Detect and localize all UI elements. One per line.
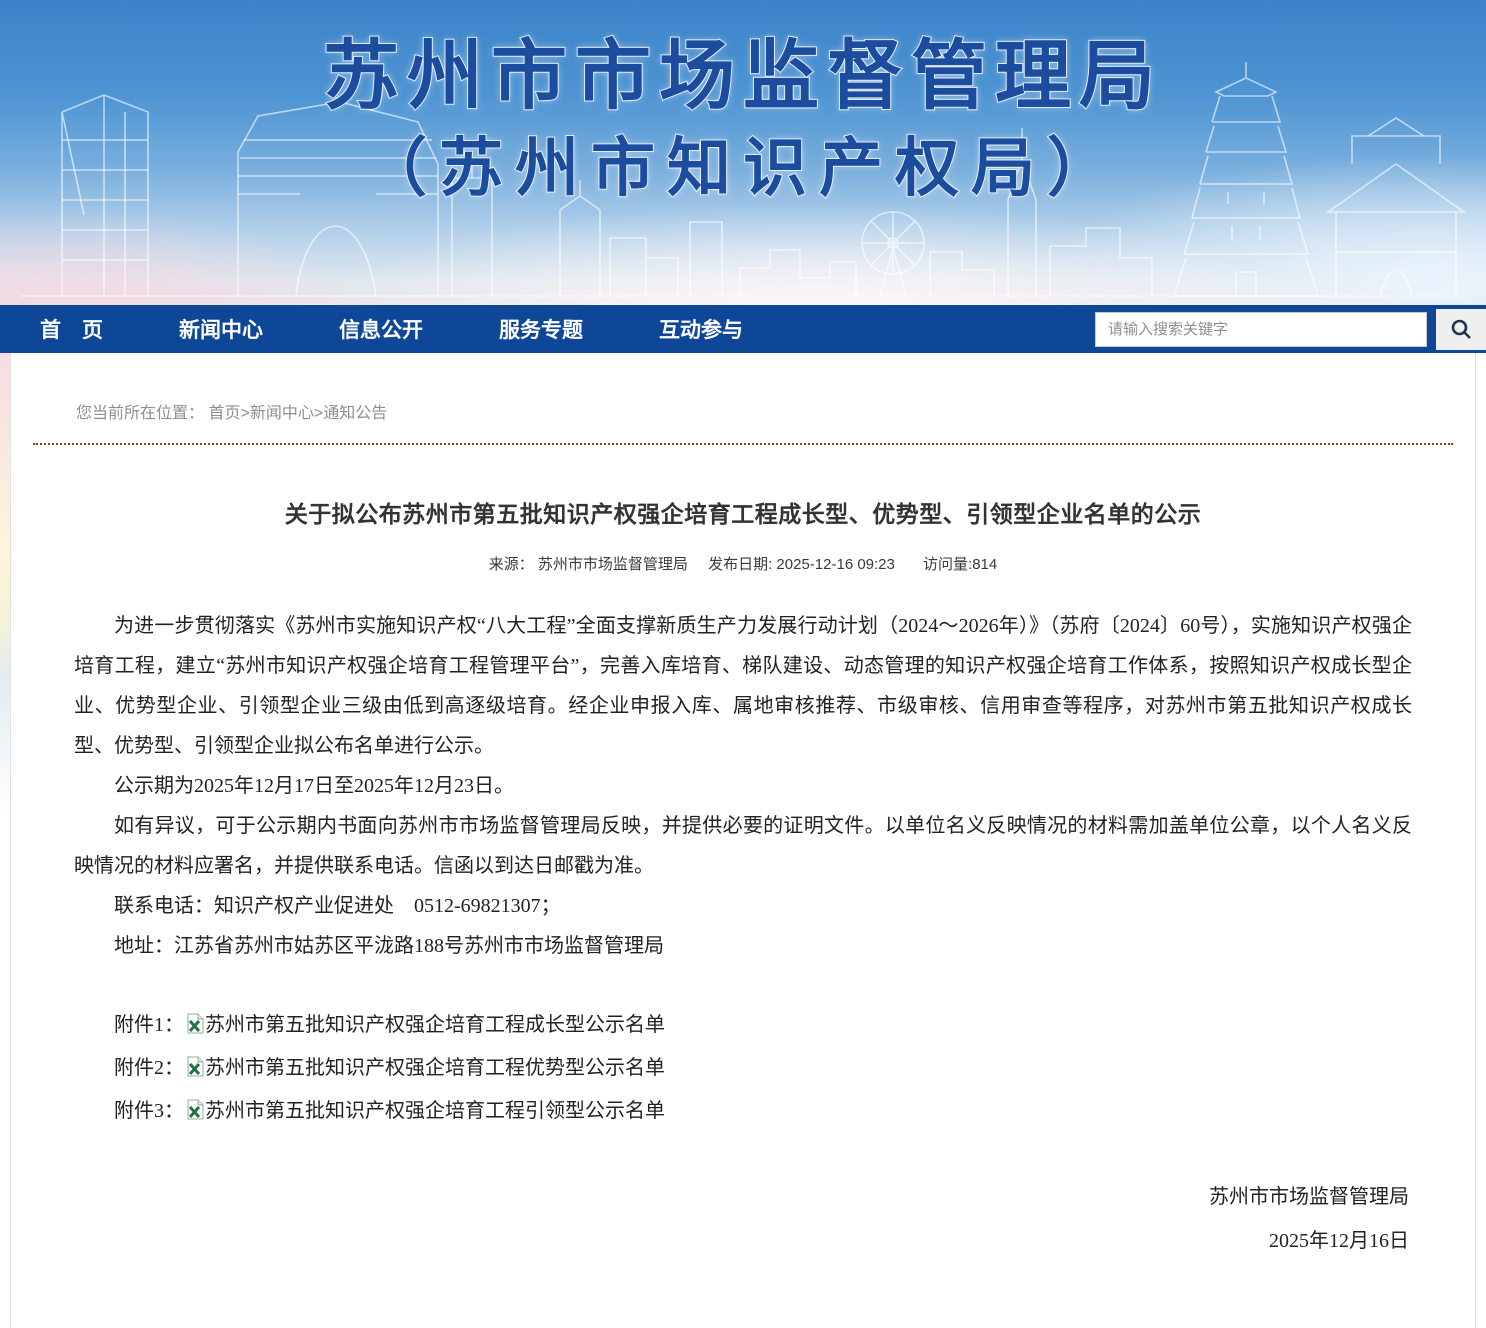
nav-item-home[interactable]: 首 页 bbox=[40, 314, 103, 344]
breadcrumb-news-center[interactable]: 新闻中心 bbox=[250, 405, 314, 422]
site-title-line1: 苏州市市场监督管理局 bbox=[0, 30, 1486, 124]
signature-organization: 苏州市市场监督管理局 bbox=[11, 1175, 1409, 1219]
breadcrumb-separator: > bbox=[240, 405, 249, 422]
attachment-row: 附件2： 苏州市第五批知识产权强企培育工程优势型公示名单 bbox=[74, 1047, 1412, 1090]
search-input[interactable] bbox=[1095, 312, 1427, 347]
attachment-link-leading-list[interactable]: 苏州市第五批知识产权强企培育工程引领型公示名单 bbox=[205, 1100, 665, 1122]
article-meta: 来源： 苏州市市场监督管理局 发布日期: 2025-12-16 09:23 访问… bbox=[11, 553, 1475, 574]
page-edge-decoration bbox=[0, 353, 10, 913]
site-title-line2: （苏州市知识产权局） bbox=[0, 124, 1486, 212]
paragraph-publicity-period: 公示期为2025年12月17日至2025年12月23日。 bbox=[74, 766, 1412, 806]
attachment-link-growth-list[interactable]: 苏州市第五批知识产权强企培育工程成长型公示名单 bbox=[205, 1014, 665, 1036]
nav-item-info-disclosure[interactable]: 信息公开 bbox=[339, 314, 423, 344]
nav-items: 首 页 新闻中心 信息公开 服务专题 互动参与 bbox=[0, 314, 819, 344]
attachment-row: 附件3： 苏州市第五批知识产权强企培育工程引领型公示名单 bbox=[74, 1090, 1412, 1133]
site-banner: 苏州市市场监督管理局 （苏州市知识产权局） bbox=[0, 0, 1486, 305]
content-panel: 您当前所在位置： 首页>新闻中心>通知公告 关于拟公布苏州市第五批知识产权强企培… bbox=[10, 353, 1476, 1328]
paragraph-intro: 为进一步贯彻落实《苏州市实施知识产权“八大工程”全面支撑新质生产力发展行动计划（… bbox=[74, 606, 1412, 766]
attachment-link-advantage-list[interactable]: 苏州市第五批知识产权强企培育工程优势型公示名单 bbox=[205, 1057, 665, 1079]
nav-item-interaction[interactable]: 互动参与 bbox=[659, 314, 743, 344]
article-publish-date: 发布日期: 2025-12-16 09:23 bbox=[708, 556, 895, 573]
search-area bbox=[1095, 309, 1486, 350]
site-title: 苏州市市场监督管理局 （苏州市知识产权局） bbox=[0, 30, 1486, 212]
nav-item-news[interactable]: 新闻中心 bbox=[179, 314, 263, 344]
attachment-label: 附件1： bbox=[114, 1014, 184, 1036]
paragraph-objection: 如有异议，可于公示期内书面向苏州市市场监督管理局反映，并提供必要的证明文件。以单… bbox=[74, 806, 1412, 886]
breadcrumb: 您当前所在位置： 首页>新闻中心>通知公告 bbox=[11, 353, 1475, 443]
excel-file-icon bbox=[185, 1056, 204, 1077]
article-signature: 苏州市市场监督管理局 2025年12月16日 bbox=[11, 1175, 1475, 1263]
nav-item-service-topics[interactable]: 服务专题 bbox=[499, 314, 583, 344]
attachment-label: 附件2： bbox=[114, 1057, 184, 1079]
search-button[interactable] bbox=[1436, 309, 1486, 350]
article-source: 来源： 苏州市市场监督管理局 bbox=[489, 556, 688, 573]
signature-date: 2025年12月16日 bbox=[11, 1219, 1409, 1263]
dotted-divider bbox=[33, 443, 1453, 445]
excel-file-icon bbox=[185, 1099, 204, 1120]
excel-file-icon bbox=[185, 1013, 204, 1034]
attachment-row: 附件1： 苏州市第五批知识产权强企培育工程成长型公示名单 bbox=[74, 1004, 1412, 1047]
paragraph-contact-phone: 联系电话：知识产权产业促进处 0512-69821307； bbox=[74, 886, 1412, 926]
breadcrumb-label: 您当前所在位置： bbox=[76, 405, 204, 422]
attachment-label: 附件3： bbox=[114, 1100, 184, 1122]
main-navbar: 首 页 新闻中心 信息公开 服务专题 互动参与 bbox=[0, 305, 1486, 353]
breadcrumb-separator: > bbox=[314, 405, 323, 422]
article-body: 为进一步贯彻落实《苏州市实施知识产权“八大工程”全面支撑新质生产力发展行动计划（… bbox=[11, 606, 1475, 966]
breadcrumb-home[interactable]: 首页 bbox=[208, 405, 240, 422]
paragraph-address: 地址：江苏省苏州市姑苏区平泷路188号苏州市市场监督管理局 bbox=[74, 926, 1412, 966]
search-icon bbox=[1449, 317, 1473, 341]
article-title: 关于拟公布苏州市第五批知识产权强企培育工程成长型、优势型、引领型企业名单的公示 bbox=[11, 495, 1475, 529]
breadcrumb-notices[interactable]: 通知公告 bbox=[323, 405, 387, 422]
article-visit-count: 访问量:814 bbox=[923, 556, 997, 573]
attachments: 附件1： 苏州市第五批知识产权强企培育工程成长型公示名单 附件2： 苏州市第五批知识… bbox=[11, 1004, 1475, 1133]
